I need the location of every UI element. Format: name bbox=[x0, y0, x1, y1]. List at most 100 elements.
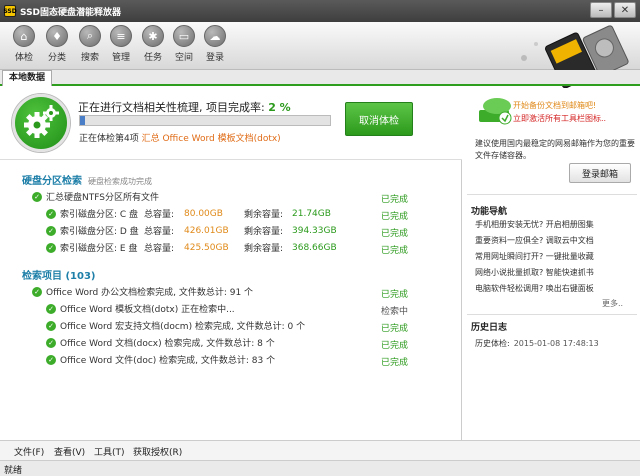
status-bar: 就绪 bbox=[0, 460, 640, 476]
history-section-title: 历史日志 bbox=[471, 323, 508, 333]
drive-free-value: 21.74GB bbox=[292, 208, 331, 219]
search-item-status: 已完成 bbox=[381, 341, 409, 351]
nav-link[interactable]: 手机相册安装无忧? 开启相册图集 bbox=[475, 219, 594, 230]
search-summary-row: ✓ Office Word 办公文档检索完成, 文件数总计: 91 个 bbox=[32, 285, 253, 298]
side-panel: 开始备份文档到邮箱吧! 立即激活所有工具栏图标.. 建议使用国内最稳定的网易邮箱… bbox=[463, 88, 640, 440]
drive-row: ✓ 索引磁盘分区: D 盘 总容量: 426.01GB 剩余容量: 394.33… bbox=[46, 224, 337, 237]
pin-icon: ♦ bbox=[46, 25, 68, 47]
nav-more-link[interactable]: 更多.. bbox=[602, 298, 623, 309]
drive-free-label: 剩余容量: bbox=[244, 227, 284, 237]
drive-free-value: 368.66GB bbox=[292, 242, 337, 253]
nav-link[interactable]: 电脑软件轻松调用? 唤出右键面板 bbox=[475, 283, 594, 294]
drive-total-label: 总容量: bbox=[144, 210, 175, 220]
toolbar-button-manage[interactable]: ≡ 管理 bbox=[106, 25, 136, 63]
toolbar-label: 任务 bbox=[143, 53, 162, 63]
check-icon: ✓ bbox=[32, 286, 42, 297]
toolbar-label: 搜索 bbox=[80, 53, 99, 63]
check-icon: ✓ bbox=[32, 191, 42, 202]
menu-license[interactable]: 获取授权(R) bbox=[133, 445, 182, 458]
promo-activate-link[interactable]: 立即激活所有工具栏图标.. bbox=[513, 113, 606, 124]
check-icon: ✓ bbox=[46, 242, 56, 253]
search-item-row: ✓ Office Word 文档(docx) 检索完成, 文件数总计: 8 个 bbox=[46, 336, 275, 349]
tab-strip: 本地数据 bbox=[0, 70, 640, 86]
login-mail-button[interactable]: 登录邮箱 bbox=[569, 163, 631, 183]
checking-file-name: 汇总 Office Word 模板文档(dotx) bbox=[141, 134, 281, 144]
window-title: SSD固态硬盘潜能释放器 bbox=[20, 7, 122, 18]
tab-local-data[interactable]: 本地数据 bbox=[2, 70, 53, 86]
progress-bar bbox=[79, 115, 331, 126]
check-icon: ✓ bbox=[46, 225, 56, 236]
menu-file[interactable]: 文件(F) bbox=[14, 445, 44, 458]
status-ready-text: 就绪 bbox=[4, 466, 23, 476]
main-toolbar: ⌂ 体检 ♦ 分类 ⌕ 搜索 ≡ 管理 ✱ 任务 ▭ 空间 ☁ 登录 bbox=[0, 22, 640, 89]
toolbar-label: 登录 bbox=[205, 53, 224, 63]
menu-tools[interactable]: 工具(T) bbox=[94, 445, 125, 458]
partition-section-title: 硬盘分区检索 bbox=[22, 176, 82, 187]
progress-status-prefix: 正在进行文档相关性梳理, 项目完成率: bbox=[78, 101, 269, 114]
toolbar-button-category[interactable]: ♦ 分类 bbox=[42, 25, 72, 63]
check-icon: ✓ bbox=[46, 337, 56, 348]
list-icon: ≡ bbox=[110, 25, 132, 47]
drive-row: ✓ 索引磁盘分区: C 盘 总容量: 80.00GB 剩余容量: 21.74GB bbox=[46, 207, 331, 220]
toolbar-button-space[interactable]: ▭ 空间 bbox=[169, 25, 199, 63]
drive-row: ✓ 索引磁盘分区: E 盘 总容量: 425.50GB 剩余容量: 368.66… bbox=[46, 241, 337, 254]
title-bar: SSD SSD固态硬盘潜能释放器 – ✕ bbox=[0, 0, 640, 22]
drive-label: 索引磁盘分区: E 盘 bbox=[60, 244, 138, 254]
search-section-header: 检索项目 (103) bbox=[22, 271, 96, 282]
partition-section-header: 硬盘分区检索 硬盘检索成功完成 bbox=[22, 172, 152, 187]
divider bbox=[467, 314, 637, 315]
nav-link[interactable]: 网络小说批量抓取? 智能快速抓书 bbox=[475, 267, 594, 278]
checking-prefix: 正在体检第4项 bbox=[79, 134, 139, 144]
drive-total-value: 80.00GB bbox=[184, 208, 223, 219]
search-summary-text: Office Word 办公文档检索完成, 文件数总计: 91 个 bbox=[46, 288, 254, 298]
cancel-checkup-button[interactable]: 取消体检 bbox=[345, 102, 413, 136]
drive-total-label: 总容量: bbox=[144, 244, 175, 254]
history-label: 历史体检: bbox=[475, 339, 510, 348]
gear-icon bbox=[12, 94, 70, 152]
drive-status: 已完成 bbox=[381, 212, 409, 222]
window-controls: – ✕ bbox=[590, 2, 636, 18]
main-panel: 正在进行文档相关性梳理, 项目完成率: 2 % 正在体检第4项 汇总 Offic… bbox=[0, 88, 462, 440]
search-item-status: 已完成 bbox=[381, 324, 409, 334]
toolbar-label: 分类 bbox=[47, 53, 66, 63]
progress-percent: 2 % bbox=[268, 101, 291, 114]
stethoscope-icon: ⌂ bbox=[13, 25, 35, 47]
toolbar-button-login[interactable]: ☁ 登录 bbox=[200, 25, 230, 63]
search-item-row: ✓ Office Word 文件(doc) 检索完成, 文件数总计: 83 个 bbox=[46, 353, 275, 366]
close-icon[interactable]: ✕ bbox=[614, 2, 636, 18]
drive-free-label: 剩余容量: bbox=[244, 244, 284, 254]
progress-status-text: 正在进行文档相关性梳理, 项目完成率: 2 % bbox=[78, 99, 291, 115]
search-item-text: Office Word 文档(docx) 检索完成, 文件数总计: 8 个 bbox=[60, 339, 275, 349]
partition-summary-row: ✓ 汇总硬盘NTFS分区所有文件 bbox=[32, 190, 159, 203]
toolbar-label: 空间 bbox=[174, 53, 193, 63]
gear-icon: ✱ bbox=[142, 25, 164, 47]
progress-panel: 正在进行文档相关性梳理, 项目完成率: 2 % 正在体检第4项 汇总 Offic… bbox=[0, 88, 462, 160]
partition-section-subtitle: 硬盘检索成功完成 bbox=[88, 177, 152, 186]
search-item-text: Office Word 模板文档(dotx) 正在检索中... bbox=[60, 305, 235, 315]
cloud-backup-icon bbox=[479, 98, 512, 125]
history-timestamp: 2015-01-08 17:48:13 bbox=[513, 339, 599, 348]
drive-total-label: 总容量: bbox=[144, 227, 175, 237]
search-item-row: ✓ Office Word 宏支持文档(docm) 检索完成, 文件数总计: 0… bbox=[46, 319, 305, 332]
drive-status: 已完成 bbox=[381, 229, 409, 239]
promo-backup-link[interactable]: 开始备份文档到邮箱吧! bbox=[513, 100, 596, 111]
search-item-text: Office Word 宏支持文档(docm) 检索完成, 文件数总计: 0 个 bbox=[60, 322, 306, 332]
toolbar-button-checkup[interactable]: ⌂ 体检 bbox=[9, 25, 39, 63]
partition-summary-text: 汇总硬盘NTFS分区所有文件 bbox=[46, 193, 159, 203]
minimize-icon[interactable]: – bbox=[590, 2, 612, 18]
nav-section-title: 功能导航 bbox=[471, 207, 508, 217]
promo-description: 建议使用国内最稳定的网易邮箱作为您的重要文件存储容器。 bbox=[475, 139, 635, 160]
history-entry[interactable]: 历史体检: 2015-01-08 17:48:13 bbox=[475, 338, 599, 349]
menu-view[interactable]: 查看(V) bbox=[54, 445, 85, 458]
toolbar-button-tasks[interactable]: ✱ 任务 bbox=[138, 25, 168, 63]
toolbar-label: 管理 bbox=[111, 53, 130, 63]
drive-label: 索引磁盘分区: D 盘 bbox=[60, 227, 139, 237]
toolbar-button-search[interactable]: ⌕ 搜索 bbox=[75, 25, 105, 63]
magnifier-icon: ⌕ bbox=[79, 25, 101, 47]
divider bbox=[467, 194, 637, 195]
toolbar-label: 体检 bbox=[14, 53, 33, 63]
search-item-status: 已完成 bbox=[381, 358, 409, 368]
nav-link[interactable]: 重要资料一应俱全? 调取云中文档 bbox=[475, 235, 594, 246]
progress-bar-fill bbox=[80, 116, 85, 125]
nav-link[interactable]: 常用网址瞬间打开? 一键批量收藏 bbox=[475, 251, 594, 262]
